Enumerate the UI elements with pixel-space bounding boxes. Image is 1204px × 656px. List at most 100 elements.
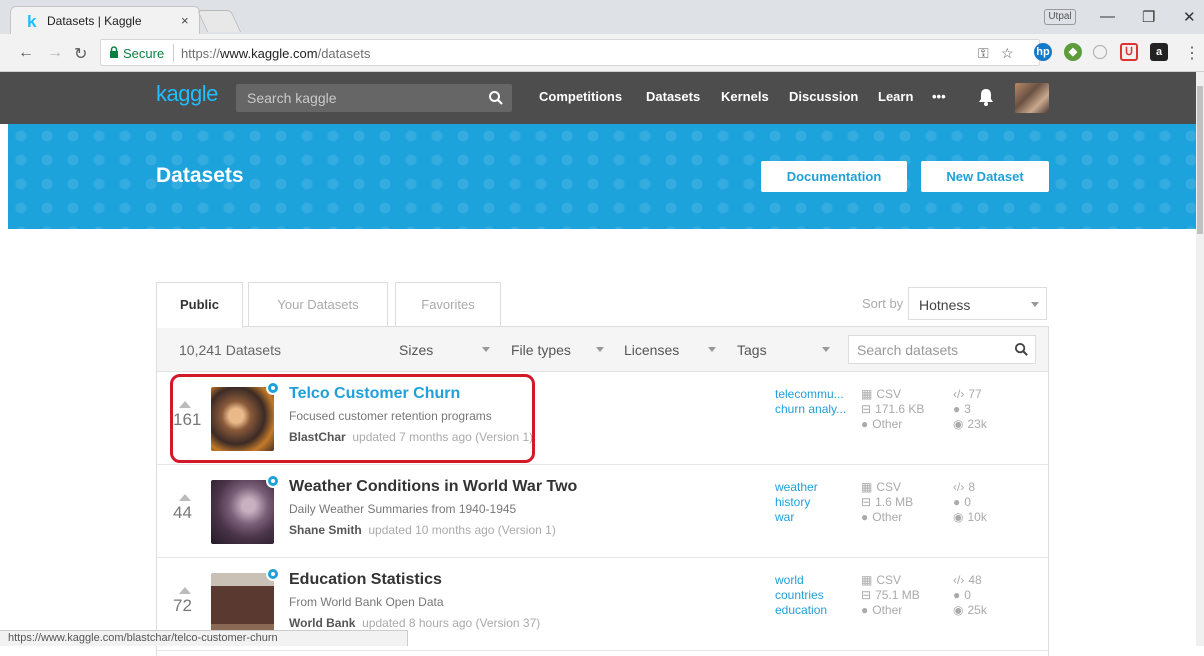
user-avatar[interactable]: [1015, 83, 1049, 113]
documentation-button[interactable]: Documentation: [761, 161, 907, 192]
dataset-author[interactable]: World Bank: [289, 616, 355, 630]
chevron-down-icon: [482, 347, 490, 352]
dataset-thumbnail[interactable]: [211, 573, 274, 637]
upvote-icon[interactable]: [179, 587, 191, 594]
eye-icon: ◉: [953, 603, 964, 617]
dataset-subtitle: Focused customer retention programs: [289, 409, 492, 423]
page-scrollbar[interactable]: [1196, 72, 1204, 646]
view-count: 23k: [967, 417, 987, 431]
license-dot-icon: ●: [861, 417, 869, 431]
file-type: CSV: [876, 480, 902, 494]
circle-icon[interactable]: [1093, 45, 1107, 59]
comment-count: 0: [964, 588, 971, 602]
tag-link[interactable]: telecommu...: [775, 387, 846, 402]
upvote-icon[interactable]: [179, 401, 191, 408]
dataset-row[interactable]: 44 Weather Conditions in World War Two D…: [157, 466, 1048, 558]
kaggle-logo[interactable]: kaggle: [156, 81, 218, 107]
dataset-title[interactable]: Weather Conditions in World War Two: [289, 478, 577, 496]
sort-value: Hotness: [919, 297, 971, 313]
profile-badge[interactable]: Utpal: [1044, 9, 1076, 25]
reload-icon[interactable]: ↻: [74, 44, 87, 64]
forward-icon[interactable]: →: [47, 44, 63, 62]
kernel-count: 77: [968, 387, 982, 401]
nav-competitions[interactable]: Competitions: [539, 89, 622, 104]
filter-tags[interactable]: Tags: [737, 342, 767, 358]
tab-public[interactable]: Public: [156, 282, 243, 328]
hp-icon[interactable]: hp: [1034, 43, 1052, 61]
database-icon: ⊟: [861, 402, 872, 416]
tag-link[interactable]: war: [775, 510, 818, 525]
dataset-author[interactable]: BlastChar: [289, 430, 346, 444]
restore-icon[interactable]: ❐: [1142, 8, 1155, 26]
browser-tab[interactable]: k Datasets | Kaggle ×: [10, 6, 200, 34]
lock-icon: [110, 46, 118, 58]
tag-link[interactable]: weather: [775, 480, 818, 495]
dataset-title[interactable]: Telco Customer Churn: [289, 385, 460, 403]
nav-discussion[interactable]: Discussion: [789, 89, 858, 104]
new-dataset-button[interactable]: New Dataset: [921, 161, 1049, 192]
url-text: https://www.kaggle.com/datasets: [181, 46, 371, 61]
kernel-count: 8: [968, 480, 976, 494]
search-icon[interactable]: [1014, 342, 1029, 357]
scrollbar-thumb[interactable]: [1197, 86, 1203, 234]
dataset-thumbnail[interactable]: [211, 387, 274, 451]
license: Other: [872, 603, 903, 617]
menu-icon[interactable]: ⋮: [1184, 43, 1200, 63]
file-type: CSV: [876, 573, 902, 587]
kaggle-search-input[interactable]: [236, 84, 476, 112]
license-dot-icon: ●: [861, 510, 869, 524]
tab-favorites[interactable]: Favorites: [395, 282, 501, 327]
bell-icon[interactable]: [976, 87, 996, 107]
upvote-icon[interactable]: [179, 494, 191, 501]
pocket-icon[interactable]: ᑌ: [1120, 43, 1138, 61]
sort-select[interactable]: Hotness: [908, 287, 1047, 320]
key-icon[interactable]: ⚿: [978, 45, 989, 62]
chevron-down-icon: [1031, 302, 1039, 307]
tag-link[interactable]: history: [775, 495, 818, 510]
file-size: 1.6 MB: [875, 495, 914, 509]
dataset-count: 10,241 Datasets: [179, 342, 281, 358]
dataset-title[interactable]: Education Statistics: [289, 571, 442, 589]
code-icon: ‹/›: [953, 573, 965, 587]
vote-count: 161: [173, 410, 202, 429]
filter-sizes[interactable]: Sizes: [399, 342, 433, 358]
back-icon[interactable]: ←: [18, 44, 34, 62]
license: Other: [872, 417, 903, 431]
amazon-icon[interactable]: a: [1150, 43, 1168, 61]
address-bar: ← → ↻ Secure https://www.kaggle.com/data…: [0, 34, 1204, 72]
dataset-meta: Shane Smith updated 10 months ago (Versi…: [289, 523, 556, 537]
featured-badge-icon: [266, 381, 280, 395]
secure-label: Secure: [123, 46, 165, 61]
nav-more[interactable]: •••: [932, 89, 946, 104]
tag-link[interactable]: education: [775, 603, 827, 618]
dataset-search-input[interactable]: [849, 336, 1009, 363]
tag-link[interactable]: world: [775, 573, 827, 588]
dataset-row[interactable]: 161 Telco Customer Churn Focused custome…: [157, 373, 1048, 465]
dataset-info: ▦ CSV ⊟ 1.6 MB ● Other: [861, 480, 913, 525]
nav-learn[interactable]: Learn: [878, 89, 913, 104]
tab-your-datasets[interactable]: Your Datasets: [248, 282, 388, 327]
search-icon[interactable]: [488, 90, 504, 106]
dataset-subtitle: Daily Weather Summaries from 1940-1945: [289, 502, 517, 516]
star-icon[interactable]: ☆: [1001, 45, 1014, 62]
tag-link[interactable]: countries: [775, 588, 827, 603]
nav-datasets[interactable]: Datasets: [646, 89, 700, 104]
tag-link[interactable]: churn analy...: [775, 402, 846, 417]
dataset-meta: World Bank updated 8 hours ago (Version …: [289, 616, 541, 630]
file-type: CSV: [876, 387, 902, 401]
tab-close-icon[interactable]: ×: [181, 13, 189, 28]
new-tab-button[interactable]: [196, 10, 242, 32]
url-omnibox[interactable]: Secure https://www.kaggle.com/datasets ⚿…: [100, 39, 1040, 66]
view-count: 10k: [967, 510, 987, 524]
window-close-icon[interactable]: ✕: [1183, 8, 1196, 26]
dataset-thumbnail[interactable]: [211, 480, 274, 544]
dataset-meta: BlastChar updated 7 months ago (Version …: [289, 430, 534, 444]
comment-icon: ●: [953, 588, 961, 602]
kernel-count: 48: [968, 573, 982, 587]
filter-licenses[interactable]: Licenses: [624, 342, 679, 358]
dataset-author[interactable]: Shane Smith: [289, 523, 362, 537]
minimize-icon[interactable]: —: [1100, 8, 1115, 25]
puzzle-icon[interactable]: ◆: [1064, 43, 1082, 61]
filter-file-types[interactable]: File types: [511, 342, 571, 358]
nav-kernels[interactable]: Kernels: [721, 89, 769, 104]
